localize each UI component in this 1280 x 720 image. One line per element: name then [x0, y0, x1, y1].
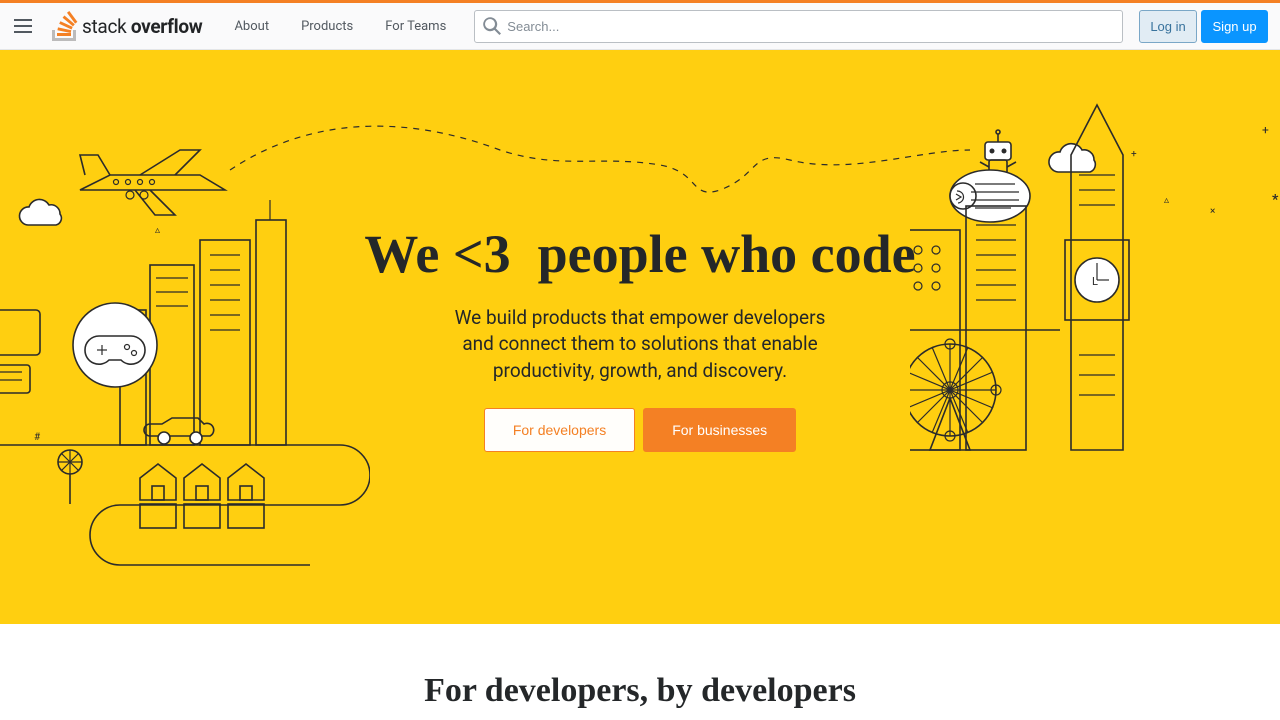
houses-icon: [140, 464, 264, 528]
buildings-right-icon: [910, 206, 1026, 450]
nav-about[interactable]: About: [222, 13, 281, 40]
svg-text:▵: ▵: [1164, 195, 1169, 206]
for-developers-button[interactable]: For developers: [484, 408, 635, 452]
ferris-wheel-icon: [910, 339, 1001, 450]
svg-text:L: L: [1092, 275, 1098, 288]
hero-left-illustration: ▵: [0, 50, 370, 624]
stackoverflow-logo-icon: [52, 11, 78, 41]
site-header: stack overflow About Products For Teams …: [0, 3, 1280, 50]
search-container: [474, 10, 1123, 43]
site-logo[interactable]: stack overflow: [44, 11, 210, 41]
auth-buttons: Log in Sign up: [1139, 10, 1268, 43]
hero-top-illustration: + + ▵ * ×: [0, 50, 1280, 220]
car-icon: [144, 418, 214, 444]
primary-nav: About Products For Teams: [222, 13, 458, 40]
buildings-left-icon: [120, 200, 286, 445]
search-icon: [483, 17, 501, 35]
section-developers-title: For developers, by developers: [0, 672, 1280, 710]
menu-toggle-icon[interactable]: [12, 14, 36, 38]
section-developers: For developers, by developers: [0, 624, 1280, 710]
hero-headline: We <3 people who code: [364, 222, 915, 287]
logo-text: stack overflow: [82, 15, 202, 38]
clock-tower-icon: L: [1065, 105, 1129, 450]
login-button[interactable]: Log in: [1139, 10, 1197, 43]
plane-icon: [80, 150, 225, 215]
hero-headline-typed: people who code: [538, 224, 916, 284]
svg-text:×: ×: [1210, 206, 1215, 217]
hero-cta-row: For developers For businesses: [484, 408, 796, 452]
windmill-icon: [58, 450, 82, 504]
speech-bubble-icon: [950, 170, 1030, 222]
svg-text:*: *: [1272, 192, 1279, 208]
hero-section: + + ▵ * × ▵: [0, 50, 1280, 624]
robot-icon: [980, 130, 1016, 174]
signup-button[interactable]: Sign up: [1201, 10, 1268, 43]
cloud-icon: [1049, 144, 1095, 172]
monitor-icon: [0, 310, 40, 393]
nav-products[interactable]: Products: [289, 13, 365, 40]
svg-text:#: #: [34, 432, 41, 443]
nav-for-teams[interactable]: For Teams: [373, 13, 458, 40]
hero-subtitle: We build products that empower developer…: [440, 305, 840, 385]
svg-text:+: +: [1131, 149, 1137, 160]
for-businesses-button[interactable]: For businesses: [643, 408, 796, 452]
search-input[interactable]: [474, 10, 1123, 43]
svg-text:▵: ▵: [155, 225, 160, 236]
hero-right-illustration: L: [910, 50, 1280, 624]
svg-text:+: +: [1262, 123, 1269, 137]
gamepad-icon: [73, 303, 157, 387]
